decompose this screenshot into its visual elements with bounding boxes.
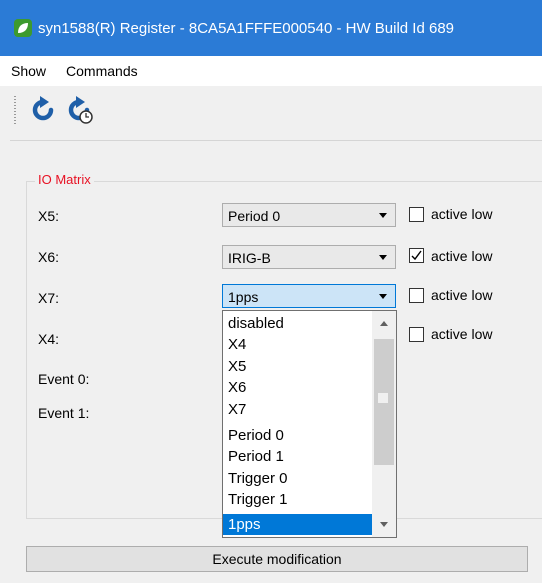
x5-combobox[interactable]: Period 0	[222, 203, 396, 227]
x7-active-low-checkbox[interactable]	[409, 288, 424, 303]
x4-label: X4:	[38, 331, 60, 347]
option-x6[interactable]: X6	[223, 377, 372, 398]
menu-commands[interactable]: Commands	[57, 63, 147, 79]
x7-dropdown-list[interactable]: disabled X4 X5 X6 X7 Period 0 Period 1 T…	[222, 310, 397, 538]
x5-label: X5:	[38, 208, 60, 224]
event1-label: Event 1:	[38, 405, 90, 421]
x7-value: 1pps	[228, 289, 259, 305]
x6-label: X6:	[38, 249, 60, 265]
event0-label: Event 0:	[38, 371, 90, 387]
checkmark-icon	[411, 250, 422, 261]
chevron-down-icon	[379, 255, 387, 260]
x7-combobox[interactable]: 1pps	[222, 284, 396, 308]
x6-active-low-label: active low	[431, 248, 493, 264]
menu-bar: Show Commands	[0, 56, 542, 86]
scroll-down-arrow-icon[interactable]	[380, 522, 388, 527]
app-leaf-icon	[14, 19, 32, 37]
toolbar	[0, 86, 542, 134]
x5-active-low-checkbox[interactable]	[409, 207, 424, 222]
scrollbar-thumb-grip	[378, 393, 388, 403]
x6-value: IRIG-B	[228, 250, 271, 266]
io-matrix-title: IO Matrix	[35, 172, 94, 187]
auto-refresh-button[interactable]	[62, 94, 96, 126]
x6-combobox[interactable]: IRIG-B	[222, 245, 396, 269]
toolbar-separator	[10, 140, 542, 141]
x6-active-low-checkbox[interactable]	[409, 248, 424, 263]
x7-label: X7:	[38, 290, 60, 306]
chevron-down-icon	[379, 294, 387, 299]
option-x5[interactable]: X5	[223, 356, 372, 377]
option-period-1[interactable]: Period 1	[223, 446, 372, 467]
option-trigger-1[interactable]: Trigger 1	[223, 489, 372, 510]
window-title: syn1588(R) Register - 8CA5A1FFFE000540 -…	[38, 19, 455, 37]
x5-active-low-label: active low	[431, 206, 493, 222]
auto-refresh-icon	[68, 96, 93, 124]
dropdown-scrollbar[interactable]	[372, 311, 396, 537]
option-trigger-0[interactable]: Trigger 0	[223, 468, 372, 489]
option-x7[interactable]: X7	[223, 399, 372, 420]
option-disabled[interactable]: disabled	[223, 313, 372, 334]
scroll-up-arrow-icon[interactable]	[380, 321, 388, 326]
x5-value: Period 0	[228, 208, 281, 224]
option-x4[interactable]: X4	[223, 334, 372, 355]
toolbar-grip[interactable]	[14, 96, 16, 124]
x4-active-low-label: active low	[431, 326, 493, 342]
option-1pps[interactable]: 1pps	[223, 514, 372, 535]
refresh-icon	[32, 96, 54, 121]
x4-active-low-checkbox[interactable]	[409, 327, 424, 342]
refresh-button[interactable]	[26, 94, 60, 126]
menu-show[interactable]: Show	[2, 63, 55, 79]
chevron-down-icon	[379, 213, 387, 218]
title-bar: syn1588(R) Register - 8CA5A1FFFE000540 -…	[0, 0, 542, 56]
option-period-0[interactable]: Period 0	[223, 425, 372, 446]
x7-active-low-label: active low	[431, 287, 493, 303]
execute-modification-button[interactable]: Execute modification	[26, 546, 528, 572]
scrollbar-thumb[interactable]	[374, 339, 394, 465]
